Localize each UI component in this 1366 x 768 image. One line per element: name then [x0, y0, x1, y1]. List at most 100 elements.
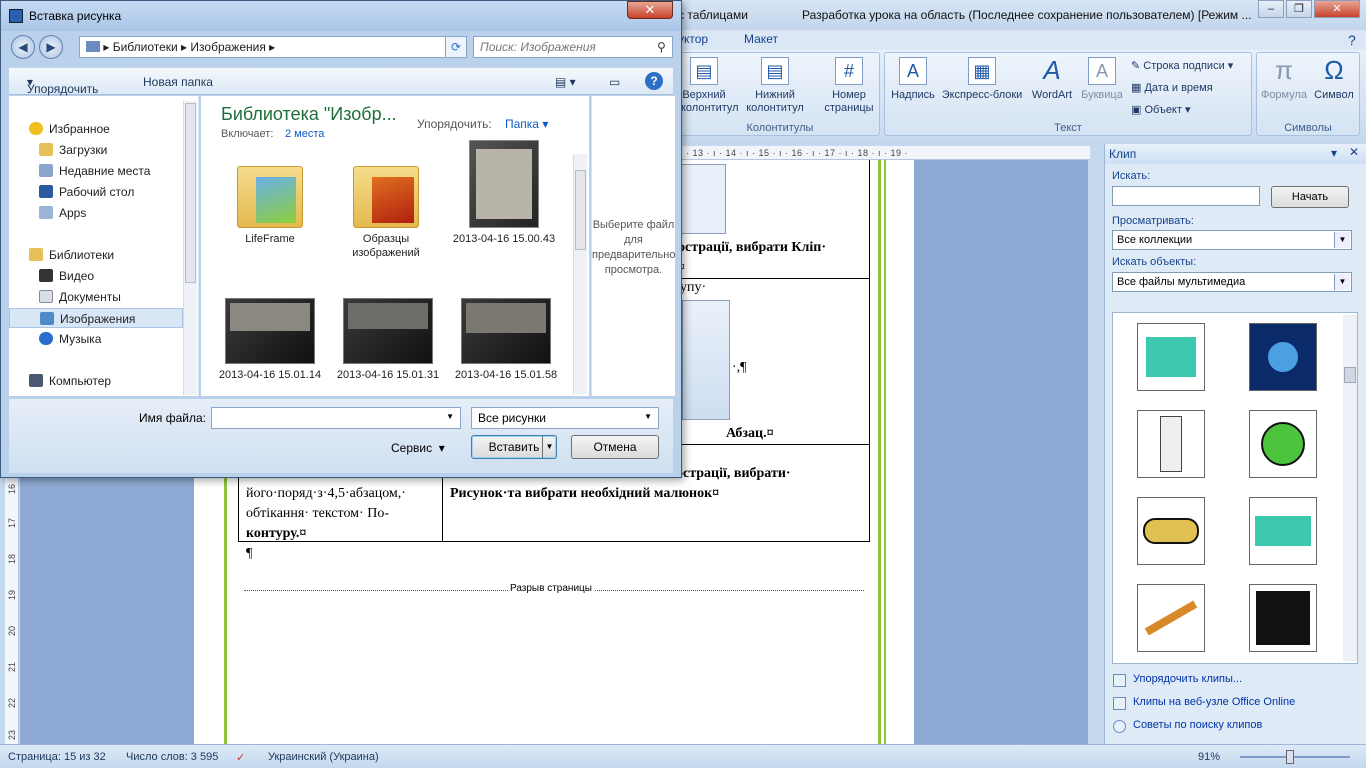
navigation-pane: Избранное Загрузки Недавние места Рабочи…	[9, 96, 199, 396]
omega-icon: Ω	[1324, 55, 1344, 85]
file-item[interactable]: 2013-04-16 15.01.31	[333, 294, 443, 382]
filename-input[interactable]: ▼	[211, 407, 461, 429]
clip-pane-header: Клип ▾ ✕	[1105, 144, 1366, 164]
nav-documents[interactable]: Документы	[9, 287, 183, 307]
file-item[interactable]: 2013-04-16 15.00.43	[449, 140, 559, 246]
nav-scroll-thumb[interactable]	[185, 103, 196, 283]
word-count[interactable]: Число слов: 3 595	[126, 751, 218, 763]
footer-button[interactable]: ▤ Нижний колонтитул	[739, 57, 811, 115]
pane-close-icon[interactable]: ✕	[1349, 145, 1359, 159]
clip-collections-select[interactable]: Все коллекции ▼	[1112, 230, 1352, 250]
file-item[interactable]: Образцы изображений	[331, 158, 441, 260]
file-item[interactable]: 2013-04-16 15.01.14	[215, 294, 325, 382]
nav-computer[interactable]: Компьютер	[9, 371, 183, 391]
nav-recent[interactable]: Недавние места	[9, 161, 183, 181]
minimize-icon[interactable]: –	[1258, 0, 1284, 18]
breadcrumb[interactable]: ▸ Библиотеки ▸ Изображения ▸ ▼	[79, 36, 459, 58]
search-icon[interactable]: ⚲	[657, 40, 666, 54]
arrange-dropdown[interactable]: Папка ▾	[505, 117, 548, 131]
tools-button[interactable]: Сервис ▾	[391, 441, 445, 455]
search-input[interactable]: Поиск: Изображения	[473, 36, 673, 58]
header-button[interactable]: ▤ Верхний колонтитул	[681, 57, 739, 115]
nav-downloads[interactable]: Загрузки	[9, 140, 183, 160]
view-options-icon[interactable]: ▤ ▾	[555, 75, 576, 89]
organize-clips-link[interactable]: Упорядочить клипы...	[1133, 673, 1242, 685]
clip-thumb-doctor[interactable]	[1137, 410, 1205, 478]
pane-menu-icon[interactable]: ▾	[1331, 146, 1337, 160]
nav-music[interactable]: Музыка	[9, 329, 183, 349]
file-list-scrollbar[interactable]	[573, 154, 587, 394]
search-tips-link[interactable]: Советы по поиску клипов	[1133, 719, 1262, 731]
formula-button[interactable]: π Формула	[1259, 57, 1309, 102]
zoom-level[interactable]: 91%	[1198, 751, 1220, 763]
clip-media-select[interactable]: Все файлы мультимедиа ▼	[1112, 272, 1352, 292]
symbol-button[interactable]: Ω Символ	[1309, 57, 1359, 102]
breadcrumb-libraries[interactable]: Библиотеки	[113, 40, 178, 54]
wordart-button[interactable]: A WordArt	[1025, 57, 1079, 102]
textbox-button[interactable]: A Надпись	[889, 57, 937, 102]
object-button[interactable]: ▣ Объект ▾	[1131, 103, 1191, 116]
nav-libraries[interactable]: Библиотеки	[9, 245, 183, 265]
clip-search-input[interactable]	[1112, 186, 1260, 206]
file-item[interactable]: LifeFrame	[215, 158, 325, 246]
clip-thumb-taxi[interactable]	[1249, 497, 1317, 565]
globe-icon	[1261, 422, 1305, 466]
nav-apps[interactable]: Apps	[9, 203, 183, 223]
filetype-select[interactable]: Все рисунки ▼	[471, 407, 659, 429]
clip-thumb-hospital[interactable]	[1137, 323, 1205, 391]
organize-button[interactable]: Упорядочить ▾	[27, 75, 98, 96]
tab-constructor[interactable]: уктор	[678, 32, 708, 46]
back-icon[interactable]: ◀	[11, 35, 35, 59]
insert-dropdown-icon[interactable]: ▼	[542, 436, 556, 458]
horizontal-ruler[interactable]: · 13 · ı · 14 · ı · 15 · ı · 16 · ı · 17…	[680, 146, 1090, 160]
clip-results-list[interactable]	[1112, 312, 1358, 664]
clip-thumb-towtruck[interactable]	[1249, 584, 1317, 652]
language[interactable]: Украинский (Украина)	[268, 751, 379, 763]
dialog-close-button[interactable]: ✕	[627, 1, 673, 19]
nav-scrollbar[interactable]	[183, 101, 197, 395]
signature-line-button[interactable]: ✎ Строка подписи ▾	[1131, 59, 1233, 72]
help-icon[interactable]: ?	[1348, 32, 1356, 48]
page-number-button[interactable]: # Номер страницы	[821, 57, 877, 115]
page-break-label: Разрыв страницы	[508, 583, 594, 594]
page-border-right-2	[884, 160, 886, 744]
word-close-icon[interactable]: ✕	[1314, 0, 1360, 18]
forward-icon[interactable]: ▶	[39, 35, 63, 59]
new-folder-button[interactable]: Новая папка	[143, 75, 213, 89]
includes-link[interactable]: 2 места	[285, 128, 324, 140]
nav-favorites[interactable]: Избранное	[9, 119, 183, 139]
clip-thumb-globe[interactable]	[1249, 410, 1317, 478]
cancel-button[interactable]: Отмена	[571, 435, 659, 459]
page-count[interactable]: Страница: 15 из 32	[8, 751, 106, 763]
scroll-thumb[interactable]	[1344, 367, 1356, 383]
clip-thumb-wrench[interactable]	[1137, 584, 1205, 652]
nav-desktop[interactable]: Рабочий стол	[9, 182, 183, 202]
dropcap-button[interactable]: A Буквица	[1077, 57, 1127, 102]
dialog-title: Вставка рисунка	[29, 9, 122, 23]
clip-list-scrollbar[interactable]	[1343, 315, 1357, 661]
clip-thumb-motorcycle[interactable]	[1137, 497, 1205, 565]
preview-pane-icon[interactable]: ▭	[609, 75, 620, 89]
file-item[interactable]: 2013-04-16 15.01.58	[451, 294, 561, 382]
insert-button[interactable]: Вставить ▼	[471, 435, 557, 459]
quickparts-button[interactable]: ▦ Экспресс-блоки	[937, 57, 1027, 102]
nav-pictures[interactable]: Изображения	[9, 308, 183, 328]
spellcheck-icon[interactable]: ✓	[236, 751, 245, 764]
zoom-slider-thumb[interactable]	[1286, 750, 1294, 764]
clip-go-button[interactable]: Начать	[1271, 186, 1349, 208]
office-online-link[interactable]: Клипы на веб-узле Office Online	[1133, 696, 1295, 708]
dropdown-arrow-icon: ▼	[1334, 274, 1350, 290]
datetime-button[interactable]: ▦ Дата и время	[1131, 81, 1213, 94]
clip-thumb-welder[interactable]	[1249, 323, 1317, 391]
help-icon[interactable]: ?	[645, 72, 663, 90]
file-scroll-thumb[interactable]	[575, 170, 586, 250]
vertical-ruler[interactable]: 16 17 18 19 20 21 22 23	[5, 478, 19, 744]
nav-video[interactable]: Видео	[9, 266, 183, 286]
dropdown-arrow-icon: ▼	[446, 412, 454, 421]
tab-layout[interactable]: Макет	[744, 32, 778, 46]
breadcrumb-pictures[interactable]: Изображения	[190, 40, 265, 54]
zoom-slider[interactable]	[1240, 756, 1350, 758]
word-title-tab: с таблицами	[678, 8, 748, 22]
refresh-icon[interactable]: ⟳	[445, 36, 467, 58]
maximize-icon[interactable]: ❐	[1286, 0, 1312, 18]
